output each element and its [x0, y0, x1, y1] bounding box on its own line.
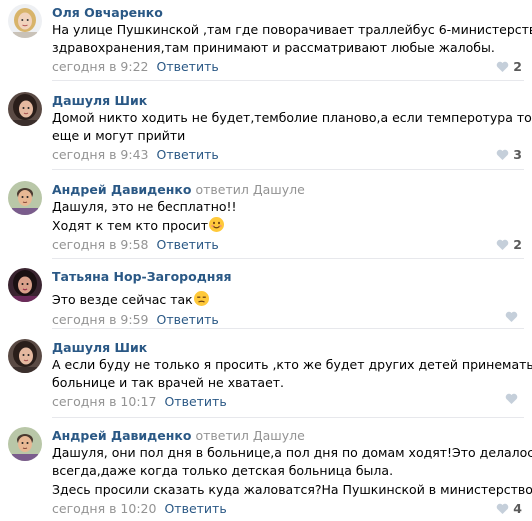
man-avatar-icon	[8, 181, 42, 215]
like-count: 2	[513, 59, 522, 74]
like-button[interactable]: 2	[496, 58, 522, 75]
smiling-face-emoji-icon	[208, 216, 225, 233]
comment-text-line: Здесь просили сказать куда жаловатся?На …	[52, 480, 532, 499]
avatar[interactable]	[8, 268, 42, 302]
like-button[interactable]: 4	[496, 500, 522, 517]
heart-icon	[496, 149, 509, 161]
like-button[interactable]: 3	[496, 146, 522, 163]
comment-text: А если буду не только я просить ,кто же …	[52, 357, 532, 372]
woman-purple-avatar-icon	[8, 268, 42, 302]
comment-date[interactable]: сегодня в 9:59	[52, 312, 149, 327]
reply-prefix: ответил	[195, 428, 249, 443]
like-count: 2	[513, 237, 522, 252]
reply-button[interactable]: Ответить	[157, 59, 219, 74]
reply-button[interactable]: Ответить	[164, 501, 226, 516]
like-button[interactable]	[505, 311, 522, 323]
reply-button[interactable]: Ответить	[164, 394, 226, 409]
comment-author[interactable]: Оля Овчаренко	[52, 5, 163, 20]
reply-button[interactable]: Ответить	[157, 147, 219, 162]
comment-text: больнице и так врачей не хватает.	[52, 375, 285, 390]
comment-text: всегда,даже когда только детская больниц…	[52, 463, 394, 478]
comment-text: здравохранения,там принимают и рассматри…	[52, 40, 495, 55]
reply-to-link[interactable]: Дашуле	[253, 182, 305, 197]
reply-prefix: ответил	[195, 182, 249, 197]
separator	[52, 80, 524, 81]
separator	[52, 328, 524, 329]
separator	[52, 417, 524, 418]
comment-author[interactable]: Андрей Давиденко	[52, 428, 191, 443]
comment-text: На улице Пушкинской ,там где поворачивае…	[52, 22, 532, 37]
comment-date[interactable]: сегодня в 10:20	[52, 501, 156, 516]
comment-date[interactable]: сегодня в 9:58	[52, 237, 149, 252]
comment-author[interactable]: Андрей Давиденко	[52, 182, 191, 197]
separator	[52, 169, 524, 170]
heart-icon	[496, 239, 509, 251]
avatar[interactable]	[8, 427, 42, 461]
unamused-face-emoji-icon	[193, 290, 210, 307]
reply-to-link[interactable]: Дашуле	[253, 428, 305, 443]
heart-icon	[505, 311, 518, 323]
like-count: 4	[513, 501, 522, 516]
comment-text: Домой никто ходить не будет,темболие пла…	[52, 110, 532, 125]
comment-text: Дашуля, они пол дня в больнице,а пол дня…	[52, 445, 532, 460]
comment-date[interactable]: сегодня в 9:22	[52, 59, 149, 74]
heart-icon	[496, 61, 509, 73]
heart-icon	[505, 393, 518, 405]
like-button[interactable]	[505, 393, 522, 405]
comment-text: Здесь просили сказать куда жаловатся?На …	[52, 482, 532, 497]
comment-text-line: Это везде сейчас так	[52, 290, 522, 309]
separator	[52, 258, 524, 259]
comments-feed: Оля Овчаренко На улице Пушкинской ,там г…	[0, 0, 532, 521]
man-avatar-icon	[8, 427, 42, 461]
comment-author[interactable]: Татьяна Нор-Загородняя	[52, 269, 232, 284]
dark-hair-woman-avatar-icon	[8, 92, 42, 126]
comment-text: Дашуля, это не бесплатно!!	[52, 199, 237, 214]
like-count: 3	[513, 147, 522, 162]
comment-author[interactable]: Дашуля Шик	[52, 93, 147, 108]
comment-text: еще и могут прийти	[52, 128, 186, 143]
blonde-woman-avatar-icon	[8, 4, 42, 38]
dark-hair-woman-avatar-icon	[8, 339, 42, 373]
avatar[interactable]	[8, 4, 42, 38]
comment-author[interactable]: Дашуля Шик	[52, 340, 147, 355]
avatar[interactable]	[8, 92, 42, 126]
comment-text: Ходят к тем кто просит	[52, 218, 209, 233]
heart-icon	[496, 503, 509, 515]
comment-date[interactable]: сегодня в 10:17	[52, 394, 156, 409]
avatar[interactable]	[8, 181, 42, 215]
like-button[interactable]: 2	[496, 236, 522, 253]
comment-text-line: Ходят к тем кто просит	[52, 216, 522, 235]
reply-button[interactable]: Ответить	[157, 312, 219, 327]
reply-button[interactable]: Ответить	[157, 237, 219, 252]
avatar[interactable]	[8, 339, 42, 373]
comment-date[interactable]: сегодня в 9:43	[52, 147, 149, 162]
comment-text: Это везде сейчас так	[52, 292, 193, 307]
